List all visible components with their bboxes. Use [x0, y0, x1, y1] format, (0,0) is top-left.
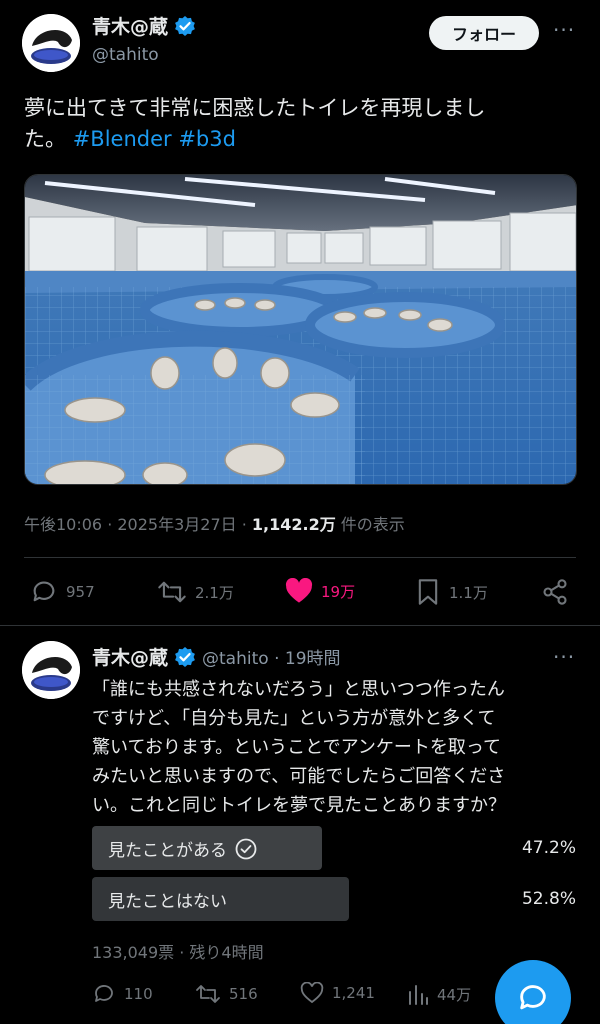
reply-text-line: 「誰にも共感されないだろう」と思いつつ作ったん [92, 679, 505, 700]
retweet-count: 516 [229, 985, 258, 1003]
tweet-text-line: た。 [24, 127, 66, 151]
views-count: 1,142.2万 [251, 515, 336, 534]
views-count: 44万 [437, 985, 472, 1004]
hashtag-link[interactable]: #Blender [73, 127, 172, 151]
poll-summary: 133,049票 · 残り4時間 [92, 943, 264, 962]
reply-text-line: い。これと同じトイレを夢で見たことありますか？ [92, 795, 506, 816]
reply-button[interactable]: 957 [30, 578, 95, 606]
tweet-text: 夢に出てきて非常に困惑したトイレを再現しまし た。 #Blender #b3d [24, 93, 584, 155]
heart-filled-icon [285, 578, 313, 603]
poll-percent: 47.2% [521, 838, 576, 858]
avatar[interactable] [22, 641, 80, 699]
poll-option-label: 見たことはない [108, 892, 227, 912]
reply-icon [33, 581, 55, 602]
views-label: 件の表示 [335, 515, 405, 534]
retweet-icon [196, 985, 220, 1003]
tweet-timestamp[interactable]: 午後10:06 · 2025年3月27日 · [24, 515, 252, 534]
poll-option: 見たことはない [108, 887, 227, 912]
compose-reply-fab[interactable] [495, 960, 571, 1024]
like-count: 1,241 [332, 984, 375, 1002]
poll-percent: 52.8% [521, 889, 576, 909]
display-name[interactable]: 青木@蔵 [92, 643, 168, 670]
more-options-icon[interactable]: ··· [553, 18, 575, 42]
display-name[interactable]: 青木@蔵 [92, 12, 168, 39]
like-button[interactable]: 1,241 [300, 982, 375, 1004]
tweet-meta: 午後10:06 · 2025年3月27日 · 1,142.2万 件の表示 [24, 511, 405, 535]
poll: 見たことがある 47.2% 見たことはない 52.8% [92, 826, 578, 922]
divider [0, 625, 600, 626]
reply-button[interactable]: 110 [92, 982, 153, 1006]
verified-badge-icon [175, 15, 195, 36]
follow-button[interactable]: フォロー [429, 16, 539, 50]
avatar[interactable] [22, 14, 80, 72]
reply-icon [95, 985, 113, 1002]
verified-badge-icon [175, 646, 195, 667]
reply-text-line: ですけど、「自分も見た」という方が意外と多くて [92, 708, 496, 729]
like-count: 19万 [321, 582, 356, 601]
divider [24, 557, 576, 558]
poll-option-label: 見たことがある [108, 841, 227, 861]
tweet-text-line: 夢に出てきて非常に困惑したトイレを再現しまし [24, 96, 486, 120]
like-button[interactable]: 19万 [285, 578, 355, 604]
handle-and-time[interactable]: @tahito · 19時間 [202, 644, 341, 669]
more-options-icon[interactable]: ··· [553, 645, 575, 669]
handle[interactable]: @tahito [92, 45, 159, 65]
tweet-media-image[interactable] [24, 174, 577, 485]
retweet-button[interactable]: 2.1万 [157, 578, 234, 606]
bookmark-button[interactable]: 1.1万 [415, 578, 488, 606]
reply-text-line: みたいと思いますので、可能でしたらご回答くださ [92, 766, 506, 787]
poll-option: 見たことがある [108, 836, 257, 861]
views-button[interactable]: 44万 [407, 982, 471, 1006]
share-button[interactable] [541, 578, 569, 606]
check-circle-icon [235, 838, 257, 859]
bookmark-count: 1.1万 [449, 583, 488, 602]
retweet-button[interactable]: 516 [195, 982, 258, 1006]
retweet-count: 2.1万 [195, 583, 234, 602]
hashtag-link[interactable]: #b3d [178, 127, 236, 151]
reply-text-line: 驚いております。ということでアンケートを取って [92, 737, 501, 758]
share-icon [543, 579, 567, 605]
analytics-icon [409, 985, 428, 1005]
bookmark-icon [418, 579, 438, 605]
reply-count: 110 [124, 985, 153, 1003]
reply-count: 957 [66, 583, 95, 601]
heart-icon [300, 982, 324, 1004]
reply-bubble-icon [520, 985, 546, 1010]
retweet-icon [158, 581, 186, 603]
reply-text: 「誰にも共感されないだろう」と思いつつ作ったん ですけど、「自分も見た」という方… [92, 675, 582, 820]
